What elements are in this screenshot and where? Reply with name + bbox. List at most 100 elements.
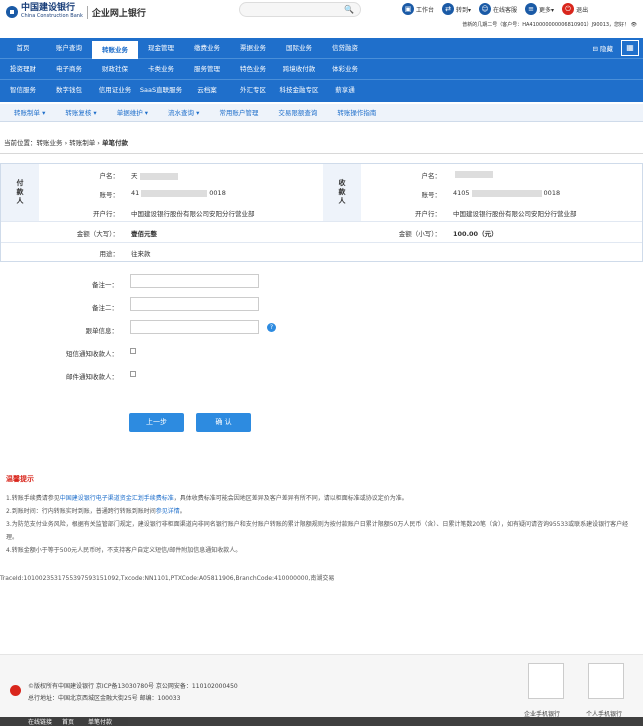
payer-name: 天 [131,170,180,180]
bank-logo[interactable]: 中国建设银行 China Construction Bank 企业网上银行 [6,4,146,20]
nav-item-row2-5[interactable]: 特色业务 [230,59,276,79]
nav-item-row1-7[interactable]: 信贷融资 [322,38,368,58]
ccb-logo-icon [6,6,18,18]
app-grid-icon[interactable]: ▦ [621,40,639,56]
amount-lower: 100.00（元） [453,230,498,238]
follow-info-input[interactable] [130,320,259,334]
nav-item-row1-0[interactable]: 首页 [0,38,46,58]
hide-nav-button[interactable]: ⊟ 隐藏 [592,43,613,53]
masked-text [455,170,493,178]
arrival-time-link[interactable]: 参见详情 [156,508,180,515]
subnav-item-5[interactable]: 交易限额查询 [278,104,323,121]
tip-line: 1.转账手续费请参见中国建设银行电子渠道资金汇划手续费标准，具体收费标准可能会因… [6,495,408,502]
note2-label: 备注二： [92,304,118,312]
masked-text [139,172,178,180]
amount-upper: 壹佰元整 [131,230,157,238]
masked-text [471,189,542,197]
tip-line: 3.为防范支付业务风险，根据有关监管部门规定，建设银行非柜面渠道向非同名银行账户… [6,521,629,541]
subnav-item-4[interactable]: 常用账户管理 [219,104,264,121]
payee-name [453,170,495,178]
confirm-button[interactable]: 确 认 [196,413,251,432]
workbench-icon: ▣ [402,3,414,15]
nav-item-row3-4[interactable]: 云档案 [184,80,230,101]
top-header: 中国建设银行 China Construction Bank 企业网上银行 🔍 … [0,0,643,28]
sub-nav: 转账制单 ▾ 转账复核 ▾ 单据维护 ▾ 流水查询 ▾ 常用账户管理 交易限额查询 转账操作… [0,104,643,122]
nav-item-row1-4[interactable]: 缴费业务 [184,38,230,58]
nav-item-row3-7[interactable]: 薪享通 [322,80,368,101]
payee-bank: 中国建设银行股份有限公司安阳分行营业部 [453,210,577,218]
nav-item-row3-3[interactable]: SaaS直联服务 [138,80,184,101]
nav-item-row1-3[interactable]: 现金管理 [138,38,184,58]
online-service-button[interactable]: ☺ 在线客服 [479,3,517,15]
subnav-item-2[interactable]: 单据维护 ▾ [117,104,154,121]
note2-input[interactable] [130,297,259,311]
nav-item-row2-4[interactable]: 服务管理 [184,59,230,79]
divider [0,153,643,154]
previous-button[interactable]: 上一步 [129,413,184,432]
fee-standard-link[interactable]: 中国建设银行电子渠道资金汇划手续费标准 [60,495,174,502]
nav-item-row1-2[interactable]: 转账业务 [92,41,138,59]
transfer-icon: ⇄ [442,3,455,15]
purpose: 往来款 [131,250,151,258]
logout-button[interactable]: ⏻ 退出 [562,3,588,15]
footer: ©版权所有中国建设银行 京ICP备13030780号 京公网安备：1101020… [0,654,643,726]
nav-item-row3-0[interactable]: 智信服务 [0,80,46,101]
trace-id: TraceId:1010023531755397593151092,Txcode… [0,575,335,582]
nav-item-row2-1[interactable]: 电子商务 [46,59,92,79]
note1-input[interactable] [130,274,259,288]
masked-text [141,189,208,197]
nav-item-row2-0[interactable]: 投资理财 [0,59,46,79]
emblem-icon [10,685,21,696]
mail-notify-checkbox[interactable] [130,371,136,377]
tab-single-payment[interactable]: 单笔付款 [88,717,112,726]
tip-line: 2.到账时间：行内转账实时到账，普通跨行转账到账时间参见详情。 [6,508,186,515]
nav-item-row1-6[interactable]: 国际业务 [276,38,322,58]
nav-item-row1-1[interactable]: 账户查询 [46,38,92,58]
nav-item-row1-5[interactable]: 票据业务 [230,38,276,58]
subnav-item-1[interactable]: 转账复核 ▾ [65,104,102,121]
nav-item-row2-6[interactable]: 跨境收付款 [276,59,322,79]
bank-name-en: China Construction Bank [21,13,83,19]
bank-name: 中国建设银行 [21,3,76,13]
nav-item-row3-2[interactable]: 信用证业务 [92,80,138,101]
nav-item-row3-1[interactable]: 数字钱包 [46,80,92,101]
payer-bank: 中国建设银行股份有限公司安阳分行营业部 [131,210,255,218]
subnav-item-0[interactable]: 转账制单 ▾ [14,104,51,121]
payer-account: 41 0018 [131,189,226,197]
subnav-item-6[interactable]: 转账操作指南 [337,104,382,121]
service-icon: ☺ [479,3,492,15]
help-icon[interactable]: ? [267,323,276,332]
transfer-summary: 付款人 收款人 户名： 天 账号： 41 0018 开户行： 中国建设银行股份有限… [0,163,643,262]
nav-item-row2-3[interactable]: 卡类业务 [138,59,184,79]
enterprise-app-qr [528,663,564,699]
logo-divider [86,5,88,19]
breadcrumb: 当前位置：转账业务 › 转账制单 › 单笔付款 [4,139,128,147]
payee-account: 4105 0018 [453,189,561,197]
tips-title: 温馨提示 [6,475,34,483]
transfer-to-button[interactable]: ⇄ 转到▾ [442,3,471,15]
bottom-tab-bar: 在线链接 首页 单笔付款 [0,717,643,726]
payer-side-label: 付款人 [1,164,39,221]
tips-panel: 温馨提示 1.转账手续费请参见中国建设银行电子渠道资金汇划手续费标准，具体收费标… [6,474,636,557]
nav-item-row3-5[interactable]: 外汇专区 [230,80,276,101]
sms-notify-label: 短信通知收款人： [66,350,118,358]
product-name: 企业网上银行 [91,8,146,19]
nav-item-row2-2[interactable]: 财政社保 [92,59,138,79]
logout-icon: ⏻ [562,3,575,15]
user-info: 普新的几期二号（客户号：HA410000000006810901）J90013，… [462,22,637,28]
sms-notify-checkbox[interactable] [130,348,136,354]
more-button[interactable]: ≡ 更多▾ [525,3,554,15]
subnav-item-3[interactable]: 流水查询 ▾ [168,104,205,121]
nav-item-row2-7[interactable]: 体彩业务 [322,59,368,79]
tip-line: 4.转账金额小于等于500元人民币时，不支持客户自定义短信/邮件附加信息通知收款… [6,547,242,554]
nav-item-row3-6[interactable]: 科技金融专区 [276,80,322,101]
address: 总行地址：中国北京西城区金融大街25号 邮编：100033 [28,695,181,702]
online-link[interactable]: 在线链接 [28,717,52,726]
workbench-button[interactable]: ▣ 工作台 [402,3,434,15]
more-icon: ≡ [525,3,538,15]
note1-label: 备注一： [92,281,118,289]
search-icon: 🔍 [344,5,354,14]
payee-side-label: 收款人 [323,164,361,221]
tab-home[interactable]: 首页 [62,717,74,726]
search-input[interactable]: 🔍 [239,2,361,17]
